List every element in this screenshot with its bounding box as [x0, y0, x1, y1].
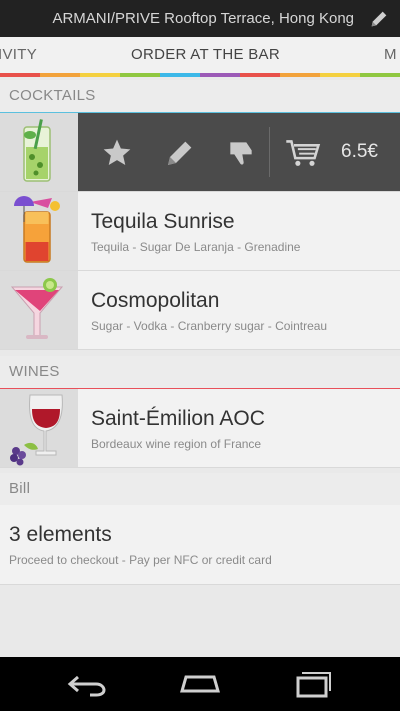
- stripe-segment: [160, 73, 200, 77]
- list-item[interactable]: Cosmopolitan Sugar - Vodka - Cranberry s…: [0, 271, 400, 350]
- list-item[interactable]: Tequila Sunrise Tequila - Sugar De Laran…: [0, 192, 400, 271]
- stripe-segment: [200, 73, 240, 77]
- section-cocktails: COCKTAILS: [0, 80, 400, 113]
- checkout-row[interactable]: 3 elements Proceed to checkout - Pay per…: [0, 505, 400, 585]
- item-description: Bordeaux wine region of France: [91, 437, 262, 451]
- tab-menu[interactable]: M: [384, 37, 397, 73]
- star-icon[interactable]: [101, 137, 133, 169]
- action-bar: ARMANI/PRIVE Rooftop Terrace, Hong Kong: [0, 0, 400, 37]
- system-nav-bar: [0, 657, 400, 711]
- tab-color-stripe: [0, 73, 400, 77]
- item-price: 6.5€: [341, 141, 378, 162]
- stripe-segment: [0, 73, 40, 77]
- list-item[interactable]: Saint-Émilion AOC Bordeaux wine region o…: [0, 389, 400, 468]
- venue-title: ARMANI/PRIVE Rooftop Terrace, Hong Kong: [52, 10, 354, 27]
- mojito-glass-icon: [0, 113, 78, 191]
- section-bill: Bill: [0, 473, 400, 506]
- stripe-segment: [280, 73, 320, 77]
- item-name: Cosmopolitan: [91, 289, 220, 312]
- pencil-icon[interactable]: [164, 137, 196, 169]
- thumbs-down-icon[interactable]: [225, 137, 257, 169]
- cosmopolitan-icon: [0, 271, 78, 349]
- stripe-segment: [120, 73, 160, 77]
- item-name: Saint-Émilion AOC: [91, 407, 265, 430]
- tab-strip: IVITY ORDER AT THE BAR M: [0, 37, 400, 77]
- stripe-segment: [360, 73, 400, 77]
- stripe-segment: [80, 73, 120, 77]
- section-wines: WINES: [0, 356, 400, 389]
- home-icon[interactable]: [178, 669, 222, 699]
- section-label: COCKTAILS: [9, 87, 96, 104]
- tequila-sunrise-icon: [0, 192, 78, 270]
- red-wine-icon: [0, 389, 78, 467]
- recents-icon[interactable]: [290, 669, 334, 699]
- item-description: Tequila - Sugar De Laranja - Grenadine: [91, 240, 301, 254]
- tab-order-at-the-bar[interactable]: ORDER AT THE BAR: [131, 37, 280, 73]
- item-name: Tequila Sunrise: [91, 210, 235, 233]
- item-action-bar: 6.5€: [78, 113, 400, 191]
- stripe-segment: [40, 73, 80, 77]
- stripe-segment: [320, 73, 360, 77]
- pencil-icon[interactable]: [368, 8, 390, 30]
- item-description: Sugar - Vodka - Cranberry sugar - Cointr…: [91, 319, 328, 333]
- cart-icon[interactable]: [285, 137, 321, 169]
- section-label: Bill: [9, 480, 31, 497]
- list-item-selected[interactable]: 6.5€: [0, 113, 400, 192]
- section-label: WINES: [9, 363, 60, 380]
- back-icon[interactable]: [66, 669, 110, 699]
- tab-activity[interactable]: IVITY: [0, 37, 37, 73]
- stripe-segment: [240, 73, 280, 77]
- bill-count: 3 elements: [9, 523, 112, 546]
- action-divider: [269, 127, 270, 177]
- bill-description: Proceed to checkout - Pay per NFC or cre…: [9, 553, 272, 567]
